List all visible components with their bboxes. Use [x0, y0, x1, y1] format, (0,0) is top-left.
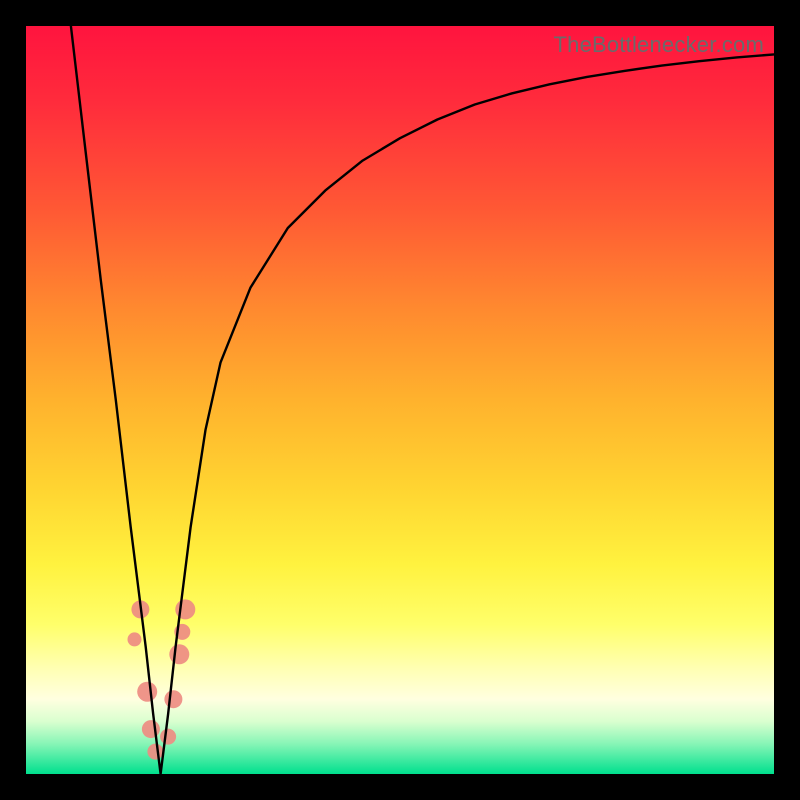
scatter-point: [137, 682, 157, 702]
scatter-point: [169, 644, 189, 664]
plot-area: TheBottlenecker.com: [26, 26, 774, 774]
scatter-markers: [128, 599, 196, 759]
scatter-point: [160, 729, 176, 745]
scatter-point: [164, 690, 182, 708]
chart-overlay: [26, 26, 774, 774]
chart-container: TheBottlenecker.com: [0, 0, 800, 800]
scatter-point: [128, 632, 142, 646]
scatter-point: [142, 720, 160, 738]
scatter-point: [147, 744, 163, 760]
